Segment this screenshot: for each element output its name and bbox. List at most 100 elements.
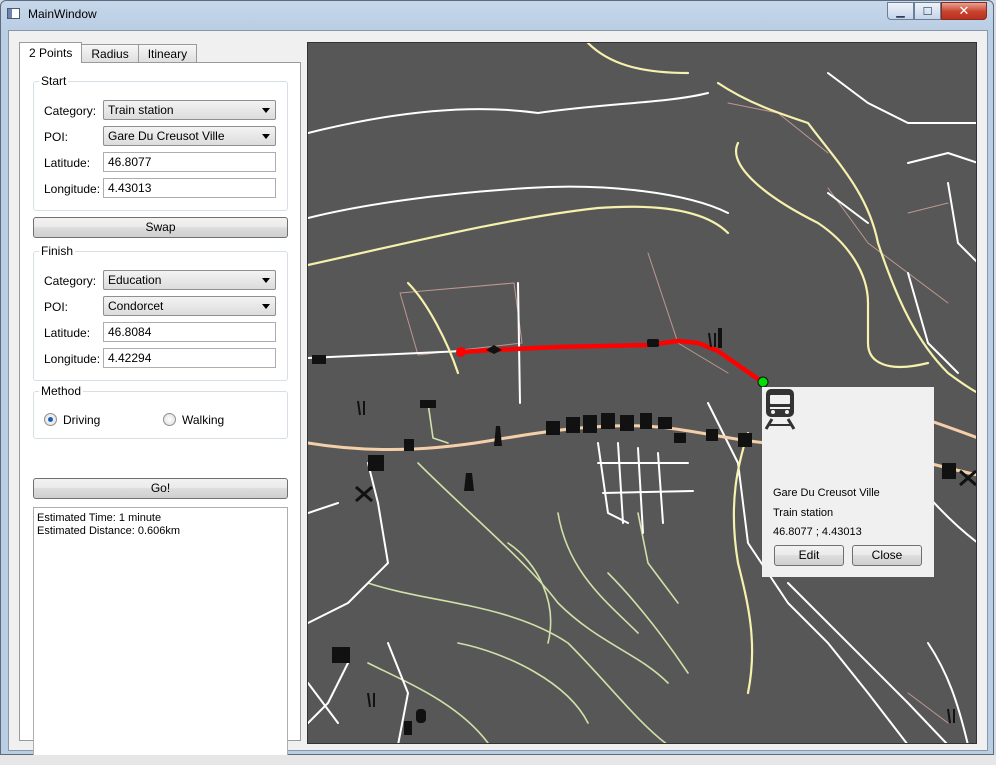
- shop-icon[interactable]: [601, 413, 615, 429]
- shop-icon[interactable]: [368, 455, 384, 471]
- start-longitude-field[interactable]: 4.43013: [103, 178, 276, 198]
- finish-category-label: Category:: [44, 274, 97, 288]
- shop-icon[interactable]: [640, 413, 652, 429]
- start-category-row: Category: Train station: [44, 100, 279, 122]
- restaurant-icon[interactable]: [708, 332, 716, 348]
- chevron-down-icon: [262, 304, 270, 309]
- finish-latitude-label: Latitude:: [44, 326, 91, 340]
- chevron-down-icon: [262, 108, 270, 113]
- shop-icon[interactable]: [583, 415, 597, 433]
- tab-radius[interactable]: Radius: [82, 44, 139, 63]
- start-longitude-row: Longitude: 4.43013: [44, 178, 279, 200]
- start-latitude-label: Latitude:: [44, 156, 91, 170]
- method-group: Method Driving Walking: [33, 384, 288, 439]
- app-icon: [7, 8, 20, 19]
- start-latitude-field[interactable]: 46.8077: [103, 152, 276, 172]
- driving-radio[interactable]: [44, 413, 57, 426]
- restaurant-icon[interactable]: [357, 400, 365, 416]
- monument-icon[interactable]: [404, 721, 412, 735]
- car-icon[interactable]: [647, 339, 659, 347]
- tab-itineary[interactable]: Itineary: [138, 44, 198, 63]
- shop-icon[interactable]: [566, 417, 580, 433]
- minimize-button[interactable]: ▁: [887, 2, 914, 20]
- start-poi-label: POI:: [44, 130, 69, 144]
- major-roads: [308, 43, 976, 695]
- finish-latitude-field[interactable]: 46.8084: [103, 322, 276, 342]
- marker-icon[interactable]: [416, 709, 426, 723]
- start-marker[interactable]: [757, 376, 769, 388]
- start-group: Start Category: Train station POI: Gare …: [33, 74, 288, 211]
- finish-marker[interactable]: [456, 347, 466, 357]
- finish-category-row: Category: Education: [44, 270, 279, 292]
- finish-category-select[interactable]: Education: [103, 270, 276, 290]
- start-poi-select[interactable]: Gare Du Creusot Ville: [103, 126, 276, 146]
- train-icon: [764, 389, 796, 430]
- fuel-icon[interactable]: [404, 439, 414, 451]
- shop-icon[interactable]: [546, 421, 560, 435]
- shop-icon[interactable]: [332, 647, 350, 663]
- popup-poi-category: Train station: [773, 507, 834, 519]
- building-icon[interactable]: [674, 433, 686, 443]
- finish-poi-value: Condorcet: [108, 299, 164, 313]
- chevron-down-icon: [262, 134, 270, 139]
- secondary-roads: [367, 402, 689, 743]
- main-window: MainWindow ▁ ☐ ✕ 2 Points Radius Itinear…: [0, 0, 994, 760]
- driving-radio-label[interactable]: Driving: [63, 413, 100, 427]
- start-latitude-row: Latitude: 46.8077: [44, 152, 279, 174]
- shop-icon[interactable]: [942, 463, 956, 479]
- popup-edit-button[interactable]: Edit: [774, 545, 844, 566]
- start-poi-value: Gare Du Creusot Ville: [108, 129, 225, 143]
- popup-poi-name: Gare Du Creusot Ville: [773, 487, 880, 499]
- estimated-distance-text: Estimated Distance: 0.606km: [37, 525, 181, 537]
- close-button[interactable]: ✕: [941, 2, 987, 20]
- monument-icon[interactable]: [718, 328, 722, 348]
- finish-longitude-label: Longitude:: [44, 352, 101, 366]
- finish-poi-select[interactable]: Condorcet: [103, 296, 276, 316]
- restaurant-icon[interactable]: [367, 692, 375, 708]
- mail-icon[interactable]: [312, 355, 326, 364]
- background-strip: [0, 755, 996, 765]
- finish-category-value: Education: [108, 273, 162, 287]
- popup-poi-coords: 46.8077 ; 4.43013: [773, 526, 862, 538]
- method-group-title: Method: [39, 384, 84, 398]
- walking-radio-label[interactable]: Walking: [182, 413, 224, 427]
- result-output[interactable]: Estimated Time: 1 minute Estimated Dista…: [33, 507, 288, 760]
- finish-poi-row: POI: Condorcet: [44, 296, 279, 318]
- route-path: [458, 338, 761, 382]
- start-category-select[interactable]: Train station: [103, 100, 276, 120]
- title-bar[interactable]: MainWindow ▁ ☐ ✕: [1, 1, 993, 27]
- finish-group: Finish Category: Education POI: Condorce…: [33, 244, 288, 381]
- tab-panel-2-points: Start Category: Train station POI: Gare …: [19, 62, 301, 760]
- start-group-title: Start: [39, 74, 69, 88]
- client-area: 2 Points Radius Itineary Start Category:…: [8, 30, 988, 760]
- chevron-down-icon: [262, 278, 270, 283]
- education-icon[interactable]: [486, 345, 502, 354]
- popup-close-button[interactable]: Close: [852, 545, 922, 566]
- tab-2-points[interactable]: 2 Points: [19, 42, 83, 63]
- maximize-button[interactable]: ☐: [914, 2, 941, 20]
- tab-bar: 2 Points Radius Itineary: [19, 42, 198, 63]
- walking-radio[interactable]: [163, 413, 176, 426]
- restaurant-icon[interactable]: [947, 708, 955, 724]
- go-button[interactable]: Go!: [33, 478, 288, 499]
- hotel-icon[interactable]: [420, 400, 436, 408]
- finish-longitude-row: Longitude: 4.42294: [44, 348, 279, 370]
- caption-buttons: ▁ ☐ ✕: [887, 2, 987, 21]
- start-category-value: Train station: [108, 103, 174, 117]
- start-longitude-label: Longitude:: [44, 182, 101, 196]
- shop-icon[interactable]: [658, 417, 672, 429]
- finish-group-title: Finish: [39, 244, 76, 258]
- finish-longitude-field[interactable]: 4.42294: [103, 348, 276, 368]
- start-category-label: Category:: [44, 104, 97, 118]
- shop-icon[interactable]: [620, 415, 634, 431]
- swap-button[interactable]: Swap: [33, 217, 288, 238]
- monument-icon[interactable]: [494, 426, 502, 446]
- start-poi-row: POI: Gare Du Creusot Ville: [44, 126, 279, 148]
- monument-icon[interactable]: [464, 473, 474, 491]
- tools-icon[interactable]: [355, 485, 373, 503]
- shop-icon[interactable]: [738, 433, 752, 447]
- shop-icon[interactable]: [706, 429, 718, 441]
- window-title: MainWindow: [28, 7, 97, 21]
- finish-latitude-row: Latitude: 46.8084: [44, 322, 279, 344]
- map-view[interactable]: Gare Du Creusot Ville Train station 46.8…: [307, 42, 977, 744]
